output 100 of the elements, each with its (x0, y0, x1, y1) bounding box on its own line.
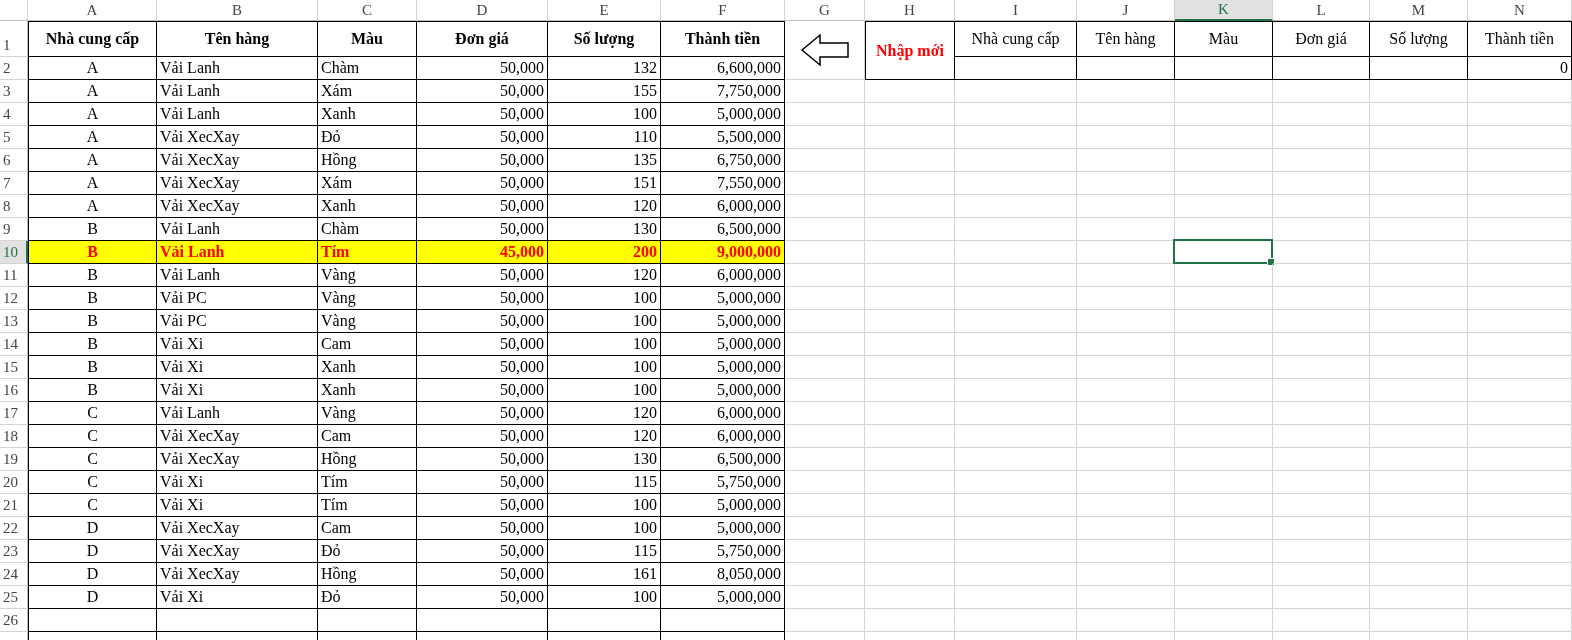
table-cell: Tím (318, 471, 417, 494)
table-cell: 100 (548, 310, 661, 333)
column-header[interactable]: M (1370, 0, 1468, 21)
table-cell: Vải XecXay (157, 448, 318, 471)
row-header[interactable]: 16 (0, 379, 28, 402)
select-all-corner[interactable] (0, 0, 28, 21)
row-header[interactable]: 10 (0, 241, 28, 264)
empty-cell[interactable] (157, 609, 318, 632)
row-header[interactable]: 7 (0, 172, 28, 195)
table-cell: 132 (548, 57, 661, 80)
row-header[interactable]: 4 (0, 103, 28, 126)
row-header[interactable]: 12 (0, 287, 28, 310)
table-cell: Đỏ (318, 540, 417, 563)
row-header[interactable]: 23 (0, 540, 28, 563)
row-header[interactable]: 17 (0, 402, 28, 425)
table-cell: Vải PC (157, 310, 318, 333)
row-header[interactable]: 8 (0, 195, 28, 218)
table-cell: 50,000 (417, 172, 548, 195)
row-header[interactable]: 19 (0, 448, 28, 471)
table-cell: Vải Lanh (157, 264, 318, 287)
table-cell: Vải XecXay (157, 425, 318, 448)
table-cell: 115 (548, 471, 661, 494)
empty-cell[interactable] (318, 609, 417, 632)
empty-cell[interactable] (1273, 57, 1370, 80)
table-cell: 50,000 (417, 494, 548, 517)
table-cell: 50,000 (417, 402, 548, 425)
table-cell: Vải XecXay (157, 172, 318, 195)
column-header[interactable]: L (1273, 0, 1370, 21)
table-cell: Xám (318, 80, 417, 103)
table-cell: 6,000,000 (661, 195, 785, 218)
column-header[interactable]: A (28, 0, 157, 21)
empty-cell[interactable] (417, 609, 548, 632)
table-cell: Vải Xi (157, 471, 318, 494)
column-header[interactable]: E (548, 0, 661, 21)
empty-cell[interactable] (1077, 57, 1175, 80)
row-header[interactable]: 13 (0, 310, 28, 333)
column-header[interactable]: I (955, 0, 1077, 21)
table-cell: 50,000 (417, 287, 548, 310)
table-cell: Tím (318, 494, 417, 517)
table-cell: 50,000 (417, 264, 548, 287)
empty-cell[interactable] (955, 57, 1077, 80)
table-cell: A (28, 195, 157, 218)
row-header[interactable]: 6 (0, 149, 28, 172)
table-cell: Vải XecXay (157, 149, 318, 172)
table-cell: Vàng (318, 310, 417, 333)
row-header[interactable]: 3 (0, 80, 28, 103)
table-cell: Vải Lanh (157, 241, 318, 264)
table-cell: Vải XecXay (157, 563, 318, 586)
row-header[interactable]: 18 (0, 425, 28, 448)
table-cell: 100 (548, 333, 661, 356)
column-heading: Nhà cung cấp (28, 21, 157, 57)
row-header[interactable]: 14 (0, 333, 28, 356)
column-header[interactable]: J (1077, 0, 1175, 21)
row-header[interactable]: 21 (0, 494, 28, 517)
row-header[interactable]: 24 (0, 563, 28, 586)
table-cell: 50,000 (417, 517, 548, 540)
table-cell: 100 (548, 287, 661, 310)
table-cell: Đỏ (318, 126, 417, 149)
empty-cell[interactable] (661, 609, 785, 632)
column-header[interactable]: C (318, 0, 417, 21)
table-cell: 0 (1468, 57, 1572, 80)
column-header[interactable]: D (417, 0, 548, 21)
table-cell: Vải Xi (157, 379, 318, 402)
table-cell: C (28, 448, 157, 471)
empty-cell[interactable] (1175, 57, 1273, 80)
row-header[interactable]: 9 (0, 218, 28, 241)
column-header[interactable]: B (157, 0, 318, 21)
table-cell: 5,000,000 (661, 586, 785, 609)
table-cell: Hồng (318, 448, 417, 471)
table-cell: Chàm (318, 57, 417, 80)
table-cell: 100 (548, 586, 661, 609)
empty-cell[interactable] (1370, 57, 1468, 80)
table-cell: 50,000 (417, 103, 548, 126)
empty-cell[interactable] (548, 609, 661, 632)
row-header[interactable]: 11 (0, 264, 28, 287)
table-cell: C (28, 425, 157, 448)
row-header[interactable]: 26 (0, 609, 28, 632)
table-cell: 200 (548, 241, 661, 264)
row-header[interactable]: 5 (0, 126, 28, 149)
column-header[interactable]: G (785, 0, 865, 21)
table-cell: 45,000 (417, 241, 548, 264)
table-cell: 5,000,000 (661, 103, 785, 126)
row-header[interactable]: 15 (0, 356, 28, 379)
row-header[interactable]: 2 (0, 57, 28, 80)
table-cell: 9,000,000 (661, 241, 785, 264)
column-header[interactable]: F (661, 0, 785, 21)
table-cell: Đỏ (318, 586, 417, 609)
table-cell: 50,000 (417, 333, 548, 356)
table-cell: 130 (548, 448, 661, 471)
column-header[interactable]: H (865, 0, 955, 21)
row-header[interactable]: 25 (0, 586, 28, 609)
row-header[interactable]: 22 (0, 517, 28, 540)
row-header[interactable]: 1 (0, 21, 28, 57)
table-cell: 8,050,000 (661, 563, 785, 586)
column-header[interactable]: N (1468, 0, 1572, 21)
table-cell: Hồng (318, 563, 417, 586)
row-header[interactable]: 20 (0, 471, 28, 494)
table-cell: B (28, 241, 157, 264)
column-header[interactable]: K (1175, 0, 1273, 21)
table-cell: 50,000 (417, 310, 548, 333)
